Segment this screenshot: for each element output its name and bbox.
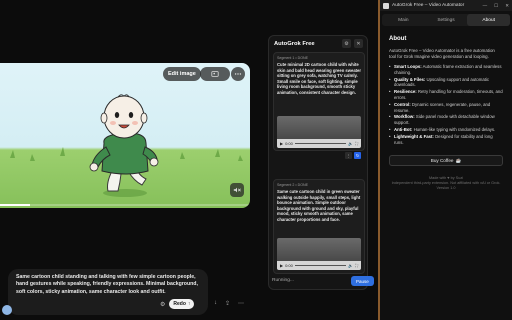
video-progress-track[interactable] [0, 204, 250, 206]
extension-panel: AutoGrok Free – Video Automator — ☐ ✕ Ma… [378, 0, 512, 320]
video-time: 0:00 [285, 141, 293, 146]
tab-settings[interactable]: Settings [425, 14, 468, 26]
settings-icon[interactable]: ⚙ [342, 39, 351, 48]
segment-redo-icon[interactable]: ↻ [354, 152, 361, 159]
feature-list: Smart Loops: Automatic frame extraction … [389, 64, 503, 145]
feature-item: Resilience: Retry handling for moderatio… [389, 89, 503, 101]
buy-coffee-button[interactable]: Buy Coffee ☕ [389, 155, 503, 167]
feature-item: Anti-Bot: Human-like typing with randomi… [389, 127, 503, 133]
arrow-up-icon: ↑ [187, 301, 191, 307]
segment-meta: Segment 1 • DONE [277, 56, 309, 60]
video-time: 0:00 [285, 263, 293, 268]
cartoon-scene [10, 94, 243, 197]
about-heading: About [389, 36, 407, 42]
coffee-label: Buy Coffee [430, 158, 454, 164]
video-seekbar[interactable] [294, 265, 347, 266]
maximize-icon[interactable]: ☐ [494, 3, 498, 9]
prompt-actions: ⚙ Redo ↑ [160, 299, 195, 309]
autogrok-segment-panel: AutoGrok Free ⚙ ✕ Segment 1 • DONE Cute … [268, 35, 368, 290]
video-progress-fill [0, 204, 30, 206]
tab-main[interactable]: Main [382, 14, 425, 26]
segment-menu-icon[interactable]: ⋮ [345, 152, 352, 159]
footer-version: Version 1.0 [436, 186, 456, 191]
prompt-text[interactable]: Same cartoon child standing and talking … [16, 274, 200, 296]
share-icon[interactable]: ⇪ [225, 300, 230, 307]
mute-button[interactable] [230, 183, 244, 197]
feature-item: Quality & Files: Upscaling support and a… [389, 77, 503, 89]
download-icon[interactable]: ↓ [214, 300, 217, 307]
volume-icon[interactable]: 🔈 [348, 263, 353, 268]
video-controls[interactable]: ▶ 0:00 🔈 ⛶ [277, 139, 361, 148]
app-root: Edit image Same cartoon child standing a… [0, 0, 512, 320]
about-intro: AutoGrok Free – Video Automator is a fre… [389, 48, 495, 59]
about-content: About AutoGrok Free – Video Automator is… [380, 26, 512, 191]
image-options-button[interactable] [200, 67, 230, 81]
video-controls[interactable]: ▶ 0:00 🔈 ⛶ [277, 261, 361, 270]
extension-window-title: AutoGrok Free – Video Automator [392, 3, 465, 8]
close-icon[interactable]: ✕ [354, 39, 363, 48]
segment-card: Segment 2 • DONE Same cute cartoon child… [273, 179, 365, 274]
video-seekbar[interactable] [294, 143, 347, 144]
ellipsis-icon [234, 73, 242, 75]
fullscreen-icon[interactable]: ⛶ [355, 263, 358, 268]
play-icon[interactable]: ▶ [280, 141, 283, 146]
tab-about[interactable]: About [467, 14, 511, 26]
panel-title: AutoGrok Free [274, 41, 315, 47]
volume-icon[interactable]: 🔈 [348, 141, 353, 146]
speaker-muted-icon [233, 187, 241, 193]
play-icon[interactable]: ▶ [280, 263, 283, 268]
extension-tabs: Main Settings About [382, 14, 511, 26]
segment-meta: Segment 2 • DONE [277, 183, 309, 187]
redo-label: Redo [173, 301, 186, 307]
user-avatar[interactable] [2, 305, 12, 315]
minimize-icon[interactable]: — [483, 3, 488, 8]
segment-prompt: Cute minimal 2D cartoon child with white… [277, 62, 362, 95]
close-window-icon[interactable]: ✕ [505, 3, 509, 9]
segment-card: Segment 1 • DONE Cute minimal 2D cartoon… [273, 52, 365, 159]
feature-item: Lightweight & Fast: Designed for stabili… [389, 134, 503, 146]
image-icon [211, 71, 219, 77]
redo-button[interactable]: Redo ↑ [169, 299, 195, 309]
segment-prompt: Same cute cartoon child in green sweater… [277, 189, 361, 222]
segment-video[interactable]: ▶ 0:00 🔈 ⛶ [277, 238, 361, 270]
extension-logo-icon [383, 2, 389, 9]
edit-image-button[interactable]: Edit image [163, 67, 201, 81]
feature-item: Control: Dynamic scenes, regenerate, pau… [389, 102, 503, 114]
pause-button[interactable]: Pause [351, 276, 374, 286]
more-icon[interactable]: ⋯ [238, 300, 244, 307]
more-options-button[interactable] [231, 67, 245, 81]
side-actions: ↓ ⇪ ⋯ [214, 300, 244, 307]
coffee-icon: ☕ [455, 157, 462, 163]
segment-actions: ⋮ ↻ [345, 152, 361, 159]
panel-header-buttons: ⚙ ✕ [342, 39, 363, 48]
feature-item: Smart Loops: Automatic frame extraction … [389, 64, 503, 76]
extension-titlebar: AutoGrok Free – Video Automator — ☐ ✕ [380, 0, 512, 11]
run-status: Running... [272, 278, 294, 283]
tune-icon[interactable]: ⚙ [160, 301, 165, 308]
about-footer: Made with ♥ by Suzi Independent third-pa… [389, 176, 503, 191]
feature-item: Workflow: Side panel mode with detachabl… [389, 114, 503, 126]
video-preview[interactable] [0, 63, 250, 208]
fullscreen-icon[interactable]: ⛶ [355, 141, 358, 146]
segment-video[interactable]: ▶ 0:00 🔈 ⛶ [277, 116, 361, 148]
